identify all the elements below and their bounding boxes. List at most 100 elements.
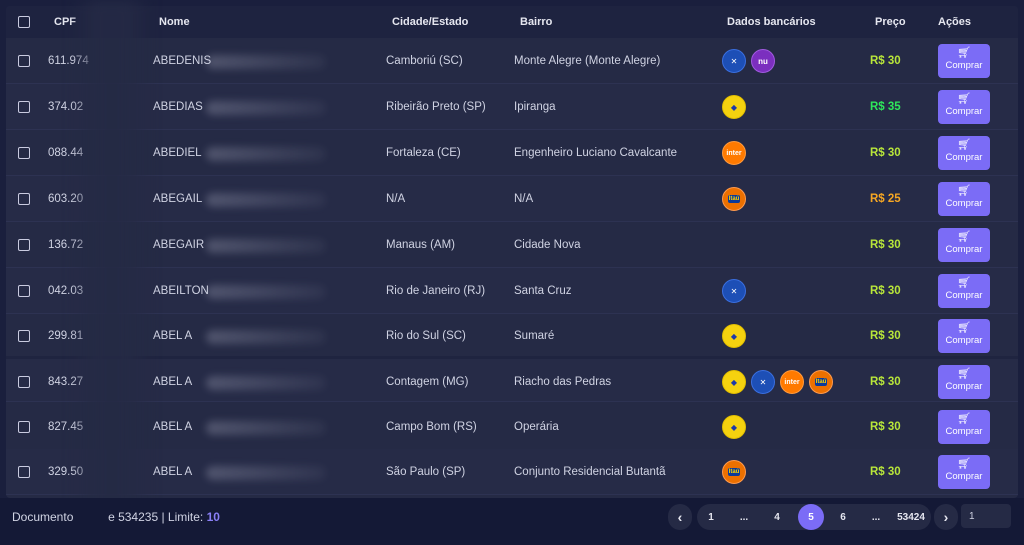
buy-button[interactable]: 🛒︎ Comprar [938,274,990,308]
buy-button[interactable]: 🛒︎ Comprar [938,410,990,444]
nubank-logo-glyph: nu [758,56,768,66]
nome-cell: ABEILTON [153,285,209,297]
bairro-cell: Santa Cruz [514,285,572,297]
nome-cell: ABEGAIR [153,239,205,251]
page-jump-input[interactable] [961,504,1011,528]
row-checkbox[interactable] [18,55,30,67]
bairro-cell: N/A [514,193,534,205]
cart-icon: 🛒︎ [957,185,971,197]
cidade-cell: Camboriú (SC) [386,55,463,67]
cpf-cell: 299.81 [48,330,84,342]
bairro-cell: Riacho das Pedras [514,376,612,388]
itau-logo-glyph: Itaú [727,468,741,476]
chevron-left-icon: ‹ [677,509,683,525]
page-5-button[interactable]: 5 [798,504,824,530]
col-acoes: Ações [938,16,972,28]
row-checkbox[interactable] [18,285,30,297]
row-checkbox[interactable] [18,376,30,388]
bb-bank-icon: ◆ [722,95,746,119]
cart-icon: 🛒︎ [957,413,971,425]
table-row: 042.03 ABEILTON Rio de Janeiro (RJ) Sant… [6,268,1018,314]
row-checkbox[interactable] [18,330,30,342]
price-cell: R$ 30 [870,55,901,67]
row-checkbox[interactable] [18,466,30,478]
buy-button[interactable]: 🛒︎ Comprar [938,365,990,399]
buy-label: Comprar [945,426,983,437]
page-1-button[interactable]: 1 [696,504,726,530]
next-page-button[interactable]: › [934,504,958,530]
price-cell: R$ 30 [870,147,901,159]
table-row: 374.02 ABEDIAS Ribeirão Preto (SP) Ipira… [6,84,1018,130]
table-header: CPF Nome Cidade/Estado Bairro Dados banc… [6,6,1018,38]
col-bairro: Bairro [520,16,553,28]
cpf-cell: 042.03 [48,285,84,297]
cart-icon: 🛒︎ [957,47,971,59]
page-6-button[interactable]: 6 [828,504,858,530]
buy-button[interactable]: 🛒︎ Comprar [938,228,990,262]
table-row: 603.20 ABEGAIL N/A N/A R$ 25 🛒︎ Comprar … [6,176,1018,222]
table-row: 611.974 ABEDENIS Camboriú (SC) Monte Ale… [6,38,1018,84]
row-checkbox[interactable] [18,193,30,205]
buy-label: Comprar [945,381,983,392]
buy-button[interactable]: 🛒︎ Comprar [938,319,990,353]
buy-button[interactable]: 🛒︎ Comprar [938,455,990,489]
itau-bank-icon: Itaú [722,187,746,211]
col-nome: Nome [159,16,190,28]
cart-icon: 🛒︎ [957,322,971,334]
row-checkbox[interactable] [18,147,30,159]
bairro-cell: Sumaré [514,330,555,342]
cart-icon: 🛒︎ [957,277,971,289]
nome-cell: ABEDENIS [153,55,212,67]
row-checkbox[interactable] [18,421,30,433]
price-cell: R$ 30 [870,330,901,342]
redacted-name [206,147,326,161]
buy-button[interactable]: 🛒︎ Comprar [938,90,990,124]
price-cell: R$ 30 [870,421,901,433]
cidade-cell: Fortaleza (CE) [386,147,461,159]
buy-button[interactable]: 🛒︎ Comprar [938,182,990,216]
bairro-cell: Conjunto Residencial Butantã [514,466,666,478]
bairro-cell: Monte Alegre (Monte Alegre) [514,55,661,67]
buy-button[interactable]: 🛒︎ Comprar [938,44,990,78]
price-cell: R$ 30 [870,239,901,251]
cpf-cell: 136.72 [48,239,84,251]
table-row: 088.44 ABEDIEL Fortaleza (CE) Engenheiro… [6,130,1018,176]
price-cell: R$ 35 [870,101,901,113]
col-dados-bancarios: Dados bancários [727,16,816,28]
page-4-button[interactable]: 4 [762,504,792,530]
cidade-cell: Contagem (MG) [386,376,469,388]
redacted-name [206,101,326,115]
cpf-cell: 374.02 [48,101,84,113]
cpf-cell: 603.20 [48,193,84,205]
cpf-cell: 827.45 [48,421,84,433]
redacted-name [206,421,326,435]
redacted-name [206,376,326,390]
buy-label: Comprar [945,471,983,482]
col-preco: Preço [875,16,906,28]
table-row: 843.27 ABEL A Contagem (MG) Riacho das P… [6,356,1018,402]
buy-button[interactable]: 🛒︎ Comprar [938,136,990,170]
col-cpf: CPF [54,16,76,28]
row-checkbox[interactable] [18,101,30,113]
select-all-checkbox[interactable] [18,16,30,28]
nome-cell: ABEL A [153,421,193,433]
page-53424-button[interactable]: 53424 [893,504,929,530]
price-cell: R$ 25 [870,193,901,205]
buy-label: Comprar [945,152,983,163]
col-cidade: Cidade/Estado [392,16,469,28]
buy-label: Comprar [945,198,983,209]
nome-cell: ABEL A [153,466,193,478]
cidade-cell: Campo Bom (RS) [386,421,477,433]
cidade-cell: Rio do Sul (SC) [386,330,466,342]
row-checkbox[interactable] [18,239,30,251]
nome-cell: ABEL A [153,376,193,388]
caixa-logo-glyph: ✕ [759,377,767,387]
price-cell: R$ 30 [870,466,901,478]
page-ellipsis: ... [739,511,749,523]
bb-bank-icon: ◆ [722,415,746,439]
cpf-cell: 088.44 [48,147,84,159]
prev-page-button[interactable]: ‹ [668,504,692,530]
inter-logo-glyph: inter [784,378,800,386]
buy-label: Comprar [945,290,983,301]
bb-bank-icon: ◆ [722,370,746,394]
